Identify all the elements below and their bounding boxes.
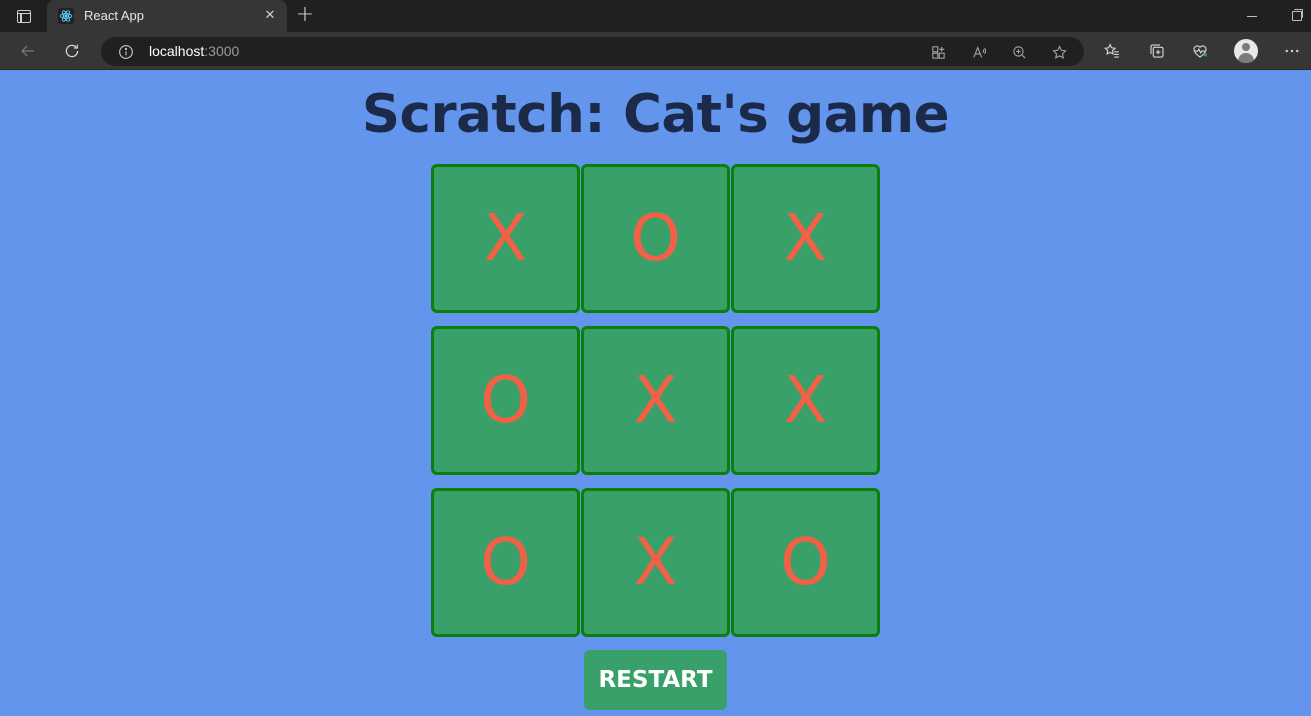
board-cell-r1c2[interactable]: O (581, 164, 730, 313)
cell-mark: X (633, 525, 678, 600)
url-host: localhost (149, 43, 205, 59)
url-port: :3000 (204, 43, 240, 59)
favorites-icon[interactable] (1098, 38, 1126, 64)
favorite-star-icon[interactable] (1049, 42, 1069, 62)
cell-mark: O (480, 525, 531, 600)
board-cell-r2c1[interactable]: O (431, 326, 580, 475)
board-cell-r2c3[interactable]: X (731, 326, 880, 475)
more-icon[interactable] (1278, 38, 1306, 64)
cell-mark: O (780, 525, 831, 600)
back-icon[interactable] (14, 38, 42, 64)
game-title: Scratch: Cat's game (361, 84, 950, 145)
browser-essentials-icon[interactable] (1186, 38, 1214, 64)
app-available-icon[interactable] (928, 42, 948, 62)
react-favicon-icon (58, 8, 74, 24)
cell-mark: X (483, 201, 528, 276)
browser-tab-bar: React App ✕ + (0, 0, 1311, 32)
info-icon[interactable] (117, 43, 134, 60)
restore-icon[interactable] (1287, 8, 1307, 24)
cell-mark: X (633, 363, 678, 438)
url-text[interactable]: localhost:3000 (149, 43, 239, 59)
new-tab-icon[interactable]: + (292, 4, 318, 28)
collections-icon[interactable] (1143, 38, 1171, 64)
refresh-icon[interactable] (58, 38, 86, 64)
browser-toolbar: localhost:3000 (0, 32, 1311, 70)
game-board: X O X O X X O X O (431, 164, 881, 638)
browser-tab[interactable]: React App ✕ (47, 0, 287, 32)
board-cell-r2c2[interactable]: X (581, 326, 730, 475)
cell-mark: O (480, 363, 531, 438)
board-cell-r3c2[interactable]: X (581, 488, 730, 637)
zoom-icon[interactable] (1009, 42, 1029, 62)
cell-mark: O (630, 201, 681, 276)
cell-mark: X (783, 201, 828, 276)
tab-title: React App (84, 8, 144, 23)
read-aloud-icon[interactable] (969, 42, 989, 62)
cell-mark: X (783, 363, 828, 438)
board-cell-r3c1[interactable]: O (431, 488, 580, 637)
board-cell-r1c1[interactable]: X (431, 164, 580, 313)
address-bar[interactable]: localhost:3000 (101, 37, 1084, 66)
tab-actions-icon[interactable] (10, 6, 38, 26)
minimize-icon[interactable] (1242, 8, 1262, 24)
board-cell-r3c3[interactable]: O (731, 488, 880, 637)
profile-icon[interactable] (1234, 39, 1258, 63)
restart-button[interactable]: RESTART (584, 650, 727, 710)
close-icon[interactable]: ✕ (261, 7, 279, 25)
board-cell-r1c3[interactable]: X (731, 164, 880, 313)
